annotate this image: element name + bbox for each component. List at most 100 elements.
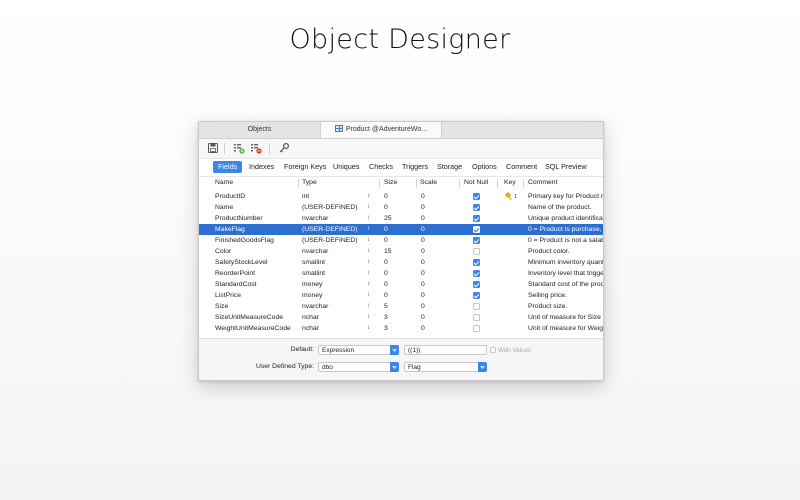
type-stepper-icon[interactable]: ↕ bbox=[367, 213, 370, 224]
cell-comment[interactable]: Name of the product. bbox=[528, 202, 603, 213]
not-null-checkbox[interactable] bbox=[473, 215, 480, 222]
not-null-checkbox[interactable] bbox=[473, 226, 480, 233]
not-null-checkbox[interactable] bbox=[473, 314, 480, 321]
cell-name[interactable]: SizeUnitMeasureCode bbox=[215, 312, 297, 323]
type-stepper-icon[interactable]: ↕ bbox=[367, 268, 370, 279]
cell-scale[interactable]: 0 bbox=[421, 312, 457, 323]
cell-type[interactable]: int bbox=[302, 191, 364, 202]
cell-type[interactable]: nvarchar bbox=[302, 213, 364, 224]
type-stepper-icon[interactable]: ↕ bbox=[367, 301, 370, 312]
not-null-checkbox[interactable] bbox=[473, 292, 480, 299]
type-stepper-icon[interactable]: ↕ bbox=[367, 312, 370, 323]
udt-name-select[interactable]: Flag bbox=[404, 362, 487, 372]
add-field-icon[interactable] bbox=[233, 142, 245, 154]
type-stepper-icon[interactable]: ↕ bbox=[367, 235, 370, 246]
cell-comment[interactable]: 0 = Product is purchase, 1= bbox=[528, 224, 603, 235]
table-row[interactable]: StandardCost money 0 0 Standard cost of the … bbox=[199, 279, 603, 290]
cell-name[interactable]: Name bbox=[215, 202, 297, 213]
table-row[interactable]: ReorderPoint smallint 0 0 Inventory level th… bbox=[199, 268, 603, 279]
cell-size[interactable]: 0 bbox=[384, 191, 414, 202]
cell-size[interactable]: 0 bbox=[384, 290, 414, 301]
table-row[interactable]: ListPrice money 0 0 Selling price. ↕ bbox=[199, 290, 603, 301]
cell-comment[interactable]: 0 = Product is not a salabl bbox=[528, 235, 603, 246]
cell-scale[interactable]: 0 bbox=[421, 191, 457, 202]
cell-type[interactable]: (USER-DEFINED) bbox=[302, 235, 364, 246]
type-stepper-icon[interactable]: ↕ bbox=[367, 279, 370, 290]
tab-objects[interactable]: Objects bbox=[199, 122, 320, 138]
table-row[interactable]: WeightUnitMeasureCode nchar 3 0 Unit of meas… bbox=[199, 323, 603, 334]
cell-name[interactable]: FinishedGoodsFlag bbox=[215, 235, 297, 246]
table-row[interactable]: Color nvarchar 15 0 Product color. ↕ bbox=[199, 246, 603, 257]
cell-size[interactable]: 0 bbox=[384, 257, 414, 268]
cell-size[interactable]: 3 bbox=[384, 312, 414, 323]
not-null-checkbox[interactable] bbox=[473, 237, 480, 244]
cell-comment[interactable]: Minimum inventory quanti bbox=[528, 257, 603, 268]
cell-name[interactable]: Color bbox=[215, 246, 297, 257]
save-icon[interactable] bbox=[207, 142, 219, 154]
cell-type[interactable]: money bbox=[302, 279, 364, 290]
cell-name[interactable]: ReorderPoint bbox=[215, 268, 297, 279]
subtab-options[interactable]: Options bbox=[469, 161, 500, 173]
table-row[interactable]: Size nvarchar 5 0 Product size. ↕ bbox=[199, 301, 603, 312]
cell-type[interactable]: nvarchar bbox=[302, 301, 364, 312]
type-stepper-icon[interactable]: ↕ bbox=[367, 202, 370, 213]
subtab-comment[interactable]: Comment bbox=[503, 161, 540, 173]
cell-type[interactable]: nvarchar bbox=[302, 246, 364, 257]
column-header-comment[interactable]: Comment bbox=[528, 177, 557, 189]
table-row[interactable]: ProductNumber nvarchar 25 0 Unique product i… bbox=[199, 213, 603, 224]
cell-size[interactable]: 3 bbox=[384, 323, 414, 334]
cell-scale[interactable]: 0 bbox=[421, 235, 457, 246]
table-row[interactable]: SizeUnitMeasureCode nchar 3 0 Unit of measur… bbox=[199, 312, 603, 323]
cell-scale[interactable]: 0 bbox=[421, 323, 457, 334]
cell-comment[interactable]: Standard cost of the produc bbox=[528, 279, 603, 290]
cell-size[interactable]: 15 bbox=[384, 246, 414, 257]
cell-comment[interactable]: Product color. bbox=[528, 246, 603, 257]
udt-schema-select[interactable]: dbo bbox=[318, 362, 399, 372]
cell-name[interactable]: MakeFlag bbox=[215, 224, 297, 235]
cell-scale[interactable]: 0 bbox=[421, 257, 457, 268]
cell-size[interactable]: 25 bbox=[384, 213, 414, 224]
column-header-type[interactable]: Type bbox=[302, 177, 317, 189]
type-stepper-icon[interactable]: ↕ bbox=[367, 224, 370, 235]
cell-comment[interactable]: Primary key for Product re bbox=[528, 191, 603, 202]
cell-comment[interactable]: Inventory level that trigger bbox=[528, 268, 603, 279]
cell-name[interactable]: WeightUnitMeasureCode bbox=[215, 323, 297, 334]
cell-scale[interactable]: 0 bbox=[421, 279, 457, 290]
cell-type[interactable]: money bbox=[302, 290, 364, 301]
cell-comment[interactable]: Unique product identificat bbox=[528, 213, 603, 224]
primary-key-icon[interactable] bbox=[278, 142, 290, 154]
cell-size[interactable]: 0 bbox=[384, 235, 414, 246]
cell-comment[interactable]: Unit of measure for Size co bbox=[528, 312, 603, 323]
not-null-checkbox[interactable] bbox=[473, 248, 480, 255]
cell-scale[interactable]: 0 bbox=[421, 268, 457, 279]
with-values-checkbox[interactable]: With Values bbox=[490, 346, 531, 355]
not-null-checkbox[interactable] bbox=[473, 259, 480, 266]
subtab-checks[interactable]: Checks bbox=[366, 161, 396, 173]
subtab-foreign-keys[interactable]: Foreign Keys bbox=[281, 161, 329, 173]
cell-size[interactable]: 0 bbox=[384, 279, 414, 290]
delete-field-icon[interactable] bbox=[250, 142, 262, 154]
cell-name[interactable]: StandardCost bbox=[215, 279, 297, 290]
table-row[interactable]: Name (USER-DEFINED) 0 0 Name of the product.… bbox=[199, 202, 603, 213]
cell-scale[interactable]: 0 bbox=[421, 246, 457, 257]
cell-size[interactable]: 5 bbox=[384, 301, 414, 312]
cell-scale[interactable]: 0 bbox=[421, 290, 457, 301]
cell-scale[interactable]: 0 bbox=[421, 224, 457, 235]
cell-comment[interactable]: Product size. bbox=[528, 301, 603, 312]
cell-comment[interactable]: Selling price. bbox=[528, 290, 603, 301]
cell-type[interactable]: smallint bbox=[302, 268, 364, 279]
cell-type[interactable]: nchar bbox=[302, 323, 364, 334]
cell-comment[interactable]: Unit of measure for Weight bbox=[528, 323, 603, 334]
subtab-sql-preview[interactable]: SQL Preview bbox=[542, 161, 590, 173]
cell-scale[interactable]: 0 bbox=[421, 301, 457, 312]
column-header-not-null[interactable]: Not Null bbox=[464, 177, 488, 189]
cell-scale[interactable]: 0 bbox=[421, 202, 457, 213]
cell-size[interactable]: 0 bbox=[384, 268, 414, 279]
not-null-checkbox[interactable] bbox=[473, 204, 480, 211]
cell-name[interactable]: SafetyStockLevel bbox=[215, 257, 297, 268]
cell-type[interactable]: (USER-DEFINED) bbox=[302, 202, 364, 213]
tab-product-table[interactable]: Product @AdventureWo... bbox=[320, 122, 442, 138]
cell-type[interactable]: nchar bbox=[302, 312, 364, 323]
table-row[interactable]: FinishedGoodsFlag (USER-DEFINED) 0 0 0 = Pro… bbox=[199, 235, 603, 246]
table-row[interactable]: ProductID int 0 0 Primary key for Product re… bbox=[199, 191, 603, 202]
